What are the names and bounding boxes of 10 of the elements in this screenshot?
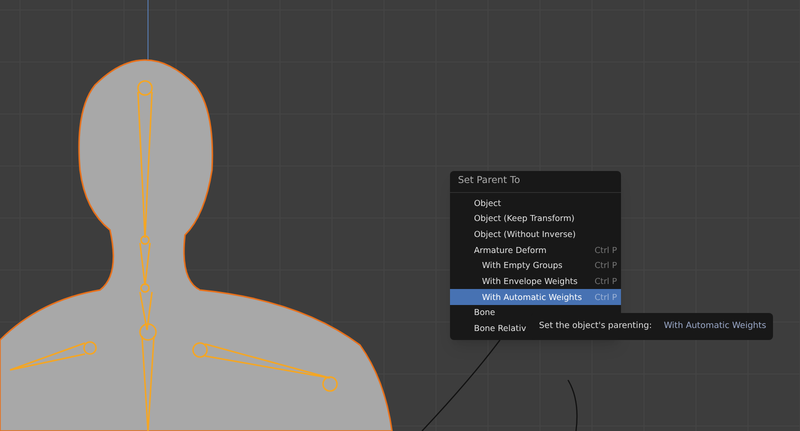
- menu-item[interactable]: With Empty Groups Ctrl P: [450, 258, 621, 274]
- menu-item[interactable]: Object: [450, 195, 621, 211]
- tooltip-value: With Automatic Weights: [664, 320, 766, 333]
- menu-item[interactable]: Armature Deform Ctrl P: [450, 242, 621, 258]
- menu-item[interactable]: Object (Without Inverse): [450, 226, 621, 242]
- tooltip-label: Set the object's parenting:: [539, 320, 652, 333]
- menu-item[interactable]: Object (Keep Transform): [450, 210, 621, 226]
- menu-item[interactable]: With Envelope Weights Ctrl P: [450, 273, 621, 290]
- menu-item[interactable]: With Automatic Weights Ctrl P: [450, 289, 621, 305]
- menu-title: Set Parent To: [450, 171, 621, 193]
